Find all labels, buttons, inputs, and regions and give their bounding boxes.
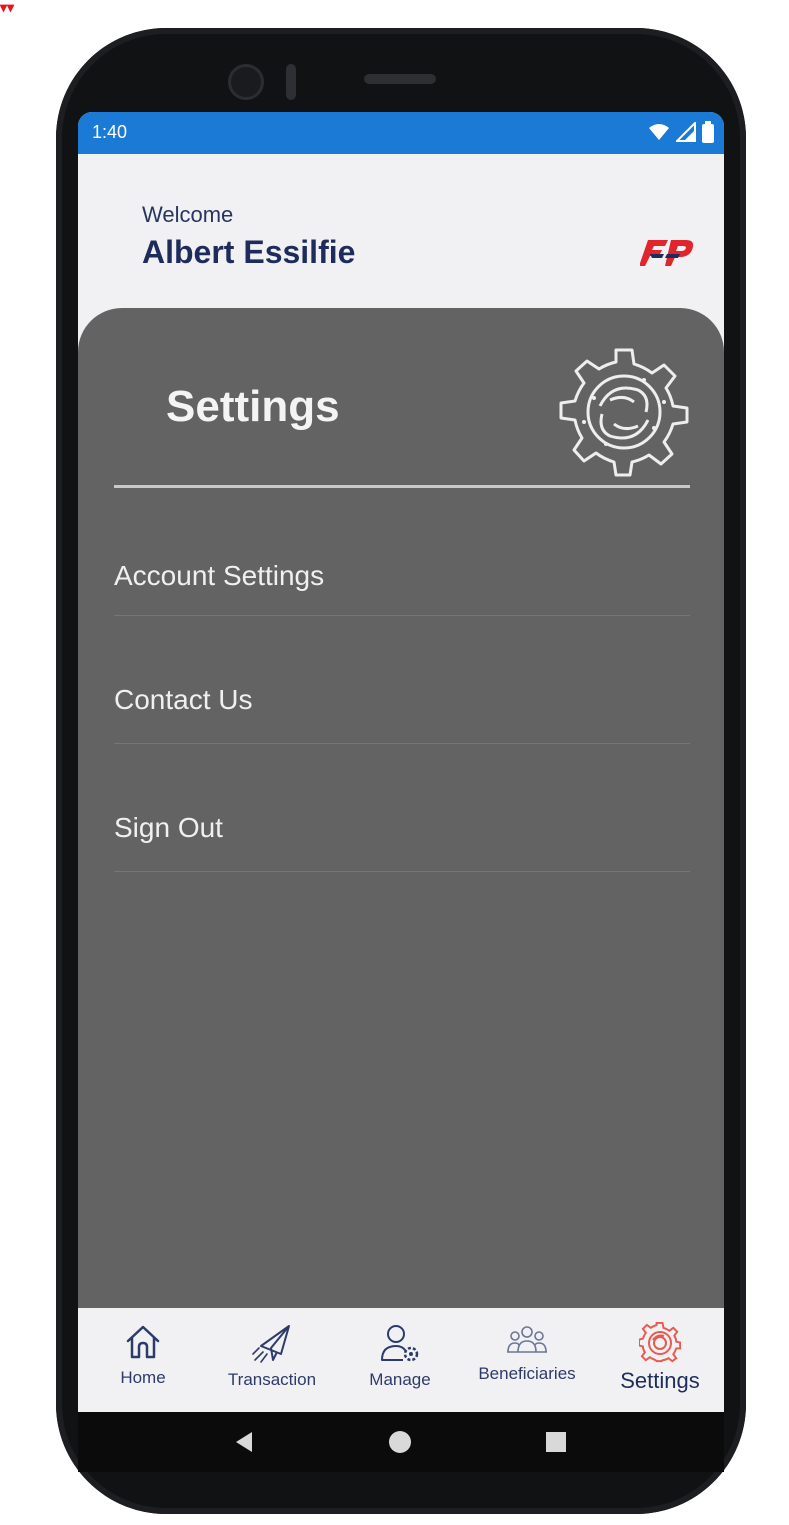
menu-item-label: Sign Out (114, 812, 223, 843)
menu-item-account-settings[interactable]: Account Settings (114, 488, 690, 616)
nav-manage[interactable]: Manage (356, 1308, 444, 1412)
nav-transaction[interactable]: Transaction (210, 1308, 334, 1412)
user-name: Albert Essilfie (142, 234, 356, 270)
nav-label: Beneficiaries (478, 1364, 576, 1383)
android-nav-bar (78, 1412, 724, 1472)
recents-icon[interactable] (544, 1430, 568, 1454)
nav-label: Settings (620, 1368, 700, 1393)
gear-icon (559, 348, 689, 477)
phone-frame: 1:40 Welcome Albert Essilfie Settings Ac… (56, 28, 746, 1514)
status-icons (648, 121, 714, 143)
menu-item-sign-out[interactable]: Sign Out (114, 744, 690, 872)
bottom-nav: Home Transaction Manage Beneficiaries Se… (78, 1308, 724, 1412)
proximity-sensor (286, 64, 296, 100)
user-gear-icon (381, 1325, 419, 1362)
nav-label: Transaction (227, 1370, 317, 1389)
settings-panel: Settings Account Settings Contact Us Sig… (78, 308, 724, 1308)
home-circle-icon[interactable] (388, 1430, 412, 1454)
menu-item-label: Contact Us (114, 684, 253, 715)
corner-mark: ▾▾ (0, 0, 15, 15)
front-camera (228, 64, 264, 100)
status-time: 1:40 (92, 122, 128, 142)
group-icon (507, 1326, 547, 1353)
settings-menu: Account Settings Contact Us Sign Out (114, 488, 690, 872)
back-icon[interactable] (232, 1430, 256, 1454)
signal-icon (676, 122, 696, 142)
nav-settings[interactable]: Settings (608, 1308, 712, 1412)
menu-item-label: Account Settings (114, 560, 325, 591)
fp-logo (640, 240, 694, 266)
screen: 1:40 Welcome Albert Essilfie Settings Ac… (78, 112, 724, 1472)
status-bar: 1:40 (78, 112, 724, 154)
earpiece-speaker (364, 74, 436, 84)
app-header: Welcome Albert Essilfie (78, 154, 724, 314)
settings-title: Settings (166, 382, 340, 431)
menu-item-contact-us[interactable]: Contact Us (114, 616, 690, 744)
nav-home[interactable]: Home (100, 1308, 186, 1412)
battery-icon (702, 121, 714, 143)
nav-beneficiaries[interactable]: Beneficiaries (462, 1308, 592, 1412)
home-icon (126, 1325, 160, 1359)
wifi-icon (649, 124, 669, 140)
nav-label: Home (120, 1368, 166, 1387)
welcome-label: Welcome (142, 202, 234, 227)
paper-plane-icon (252, 1325, 290, 1363)
nav-label: Manage (369, 1370, 431, 1389)
gear-icon (639, 1322, 681, 1363)
